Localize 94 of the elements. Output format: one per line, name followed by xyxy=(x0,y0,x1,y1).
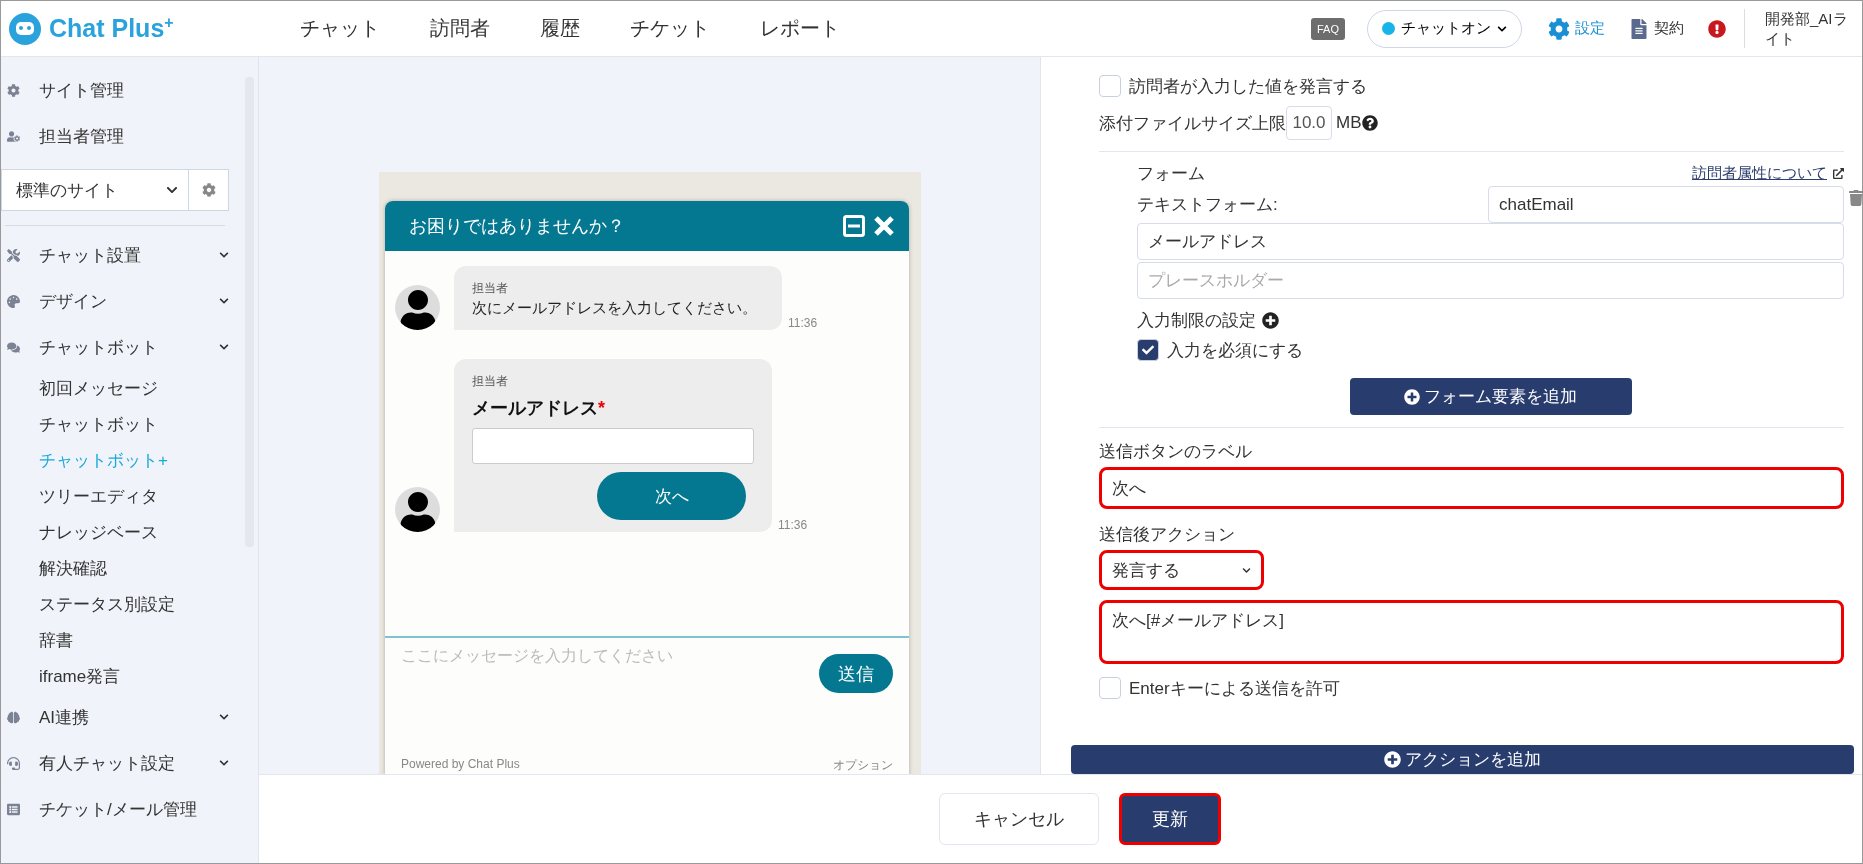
next-button[interactable]: 次へ xyxy=(597,472,746,520)
list-icon xyxy=(7,802,20,816)
nav-link[interactable]: チケット xyxy=(605,15,735,42)
nav-link[interactable]: 訪問者 xyxy=(405,15,515,42)
size-input[interactable]: 10.0 xyxy=(1286,106,1332,140)
variable-field[interactable]: chatEmail xyxy=(1488,186,1844,223)
chat-bubbles-icon xyxy=(7,340,20,354)
message-time: 11:36 xyxy=(788,316,818,330)
sidebar-subitem[interactable]: iframe発言 xyxy=(1,658,245,694)
widget-title: お困りではありませんか？ xyxy=(409,215,626,238)
label-field[interactable]: メールアドレス xyxy=(1137,223,1844,260)
restriction-label: 入力制限の設定 xyxy=(1137,310,1256,332)
nav-link[interactable]: チャット xyxy=(275,15,405,42)
sender-name: 担当者 xyxy=(472,373,509,390)
trash-icon[interactable] xyxy=(1848,190,1863,206)
plus-icon xyxy=(1404,388,1420,405)
logo-icon xyxy=(7,10,43,47)
tools-icon xyxy=(7,248,20,262)
minimize-button[interactable] xyxy=(843,215,865,237)
send-button[interactable]: 送信 xyxy=(819,654,893,693)
form-title: フォーム xyxy=(1137,162,1205,185)
contract-link[interactable]: 契約 xyxy=(1629,18,1684,39)
sidebar-group[interactable]: チャット設置 xyxy=(1,232,245,278)
sidebar-item[interactable]: サイト管理 xyxy=(1,67,245,113)
sidebar-subitem[interactable]: 初回メッセージ xyxy=(1,370,245,406)
sidebar-subitem[interactable]: ナレッジベース xyxy=(1,514,245,550)
chevron-down-icon xyxy=(166,184,178,196)
headset-icon xyxy=(7,756,20,770)
form-type-label: テキストフォーム: xyxy=(1137,194,1278,216)
site-select[interactable]: 標準のサイト xyxy=(1,169,189,211)
gear-icon xyxy=(7,83,20,97)
chevron-down-icon xyxy=(1497,23,1507,34)
chevron-down-icon xyxy=(219,250,229,260)
settings-link[interactable]: 設定 xyxy=(1548,17,1605,40)
sidebar-item[interactable]: 担当者管理 xyxy=(1,113,245,159)
close-button[interactable] xyxy=(873,215,895,237)
sidebar-group[interactable]: 有人チャット設定 xyxy=(1,740,245,786)
action-select[interactable]: 発言する xyxy=(1099,550,1264,590)
sidebar-group[interactable]: チャットボット xyxy=(1,324,245,370)
sidebar-subitem[interactable]: ステータス別設定 xyxy=(1,586,245,622)
add-form-element-button[interactable]: フォーム要素を追加 xyxy=(1349,378,1632,415)
required-checkbox[interactable]: 入力を必須にする xyxy=(1137,336,1844,364)
sidebar-subitem[interactable]: 辞書 xyxy=(1,622,245,658)
update-button[interactable]: 更新 xyxy=(1118,793,1221,845)
chevron-down-icon xyxy=(219,758,229,768)
echo-checkbox[interactable]: 訪問者が入力した値を発言する xyxy=(1099,69,1844,103)
message-time: 11:36 xyxy=(778,518,808,532)
sidebar-group[interactable]: デザイン xyxy=(1,278,245,324)
faq-button[interactable]: FAQ xyxy=(1311,17,1345,40)
help-icon[interactable] xyxy=(1361,115,1378,131)
chat-status-button[interactable]: チャットオン xyxy=(1367,9,1522,48)
powered-by-text: Powered by Chat Plus xyxy=(401,757,520,773)
gear-icon xyxy=(201,183,216,197)
gear-icon xyxy=(1548,17,1570,40)
sidebar-group[interactable]: AI連携 xyxy=(1,694,245,740)
check-icon xyxy=(1142,344,1154,356)
email-input[interactable] xyxy=(472,428,754,464)
sidebar-subitem[interactable]: ツリーエディタ xyxy=(1,478,245,514)
submit-label-field[interactable]: 次へ xyxy=(1099,467,1844,509)
chevron-down-icon xyxy=(1242,565,1251,575)
chevron-down-icon xyxy=(219,296,229,306)
form-label: メールアドレス* xyxy=(472,397,606,420)
sidebar-subitem[interactable]: チャットボット xyxy=(1,406,245,442)
option-link[interactable]: オプション xyxy=(833,757,893,774)
message-text: 次にメールアドレスを入力してください。 xyxy=(472,299,758,318)
document-icon xyxy=(1629,18,1649,39)
avatar xyxy=(395,487,440,532)
site-settings-button[interactable] xyxy=(189,169,229,211)
alert-icon[interactable] xyxy=(1708,19,1726,38)
brain-icon xyxy=(7,710,20,724)
logo-text: Chat Plus$^{+}$ xyxy=(49,13,174,44)
user-name[interactable]: 開発部_AIライト xyxy=(1744,9,1862,48)
palette-icon xyxy=(7,294,20,308)
chevron-down-icon xyxy=(219,712,229,722)
enter-send-checkbox[interactable]: Enterキーによる送信を許可 xyxy=(1099,664,1844,712)
nav-link[interactable]: 履歴 xyxy=(515,15,605,42)
unit-label: MB xyxy=(1336,113,1362,133)
attachment-label: 添付ファイルサイズ上限 xyxy=(1099,112,1286,135)
plus-icon[interactable] xyxy=(1262,312,1279,329)
cancel-button[interactable]: キャンセル xyxy=(938,793,1099,845)
sender-name: 担当者 xyxy=(472,280,509,297)
plus-icon xyxy=(1384,751,1401,768)
add-action-button[interactable]: アクションを追加 xyxy=(1071,745,1854,774)
visitor-attributes-link[interactable]: 訪問者属性について xyxy=(1692,163,1827,183)
submit-label-title: 送信ボタンのラベル xyxy=(1099,441,1253,463)
nav-link[interactable]: レポート xyxy=(735,15,865,42)
avatar xyxy=(395,285,440,330)
external-link-icon xyxy=(1833,167,1844,179)
sidebar-item[interactable]: チケット/メール管理 xyxy=(1,786,245,832)
sidebar-subitem[interactable]: 解決確認 xyxy=(1,550,245,586)
after-action-title: 送信後アクション xyxy=(1099,524,1236,546)
chevron-down-icon xyxy=(219,342,229,352)
message-textarea[interactable]: 次へ[#メールアドレス] xyxy=(1099,600,1844,664)
user-gear-icon xyxy=(7,129,20,143)
